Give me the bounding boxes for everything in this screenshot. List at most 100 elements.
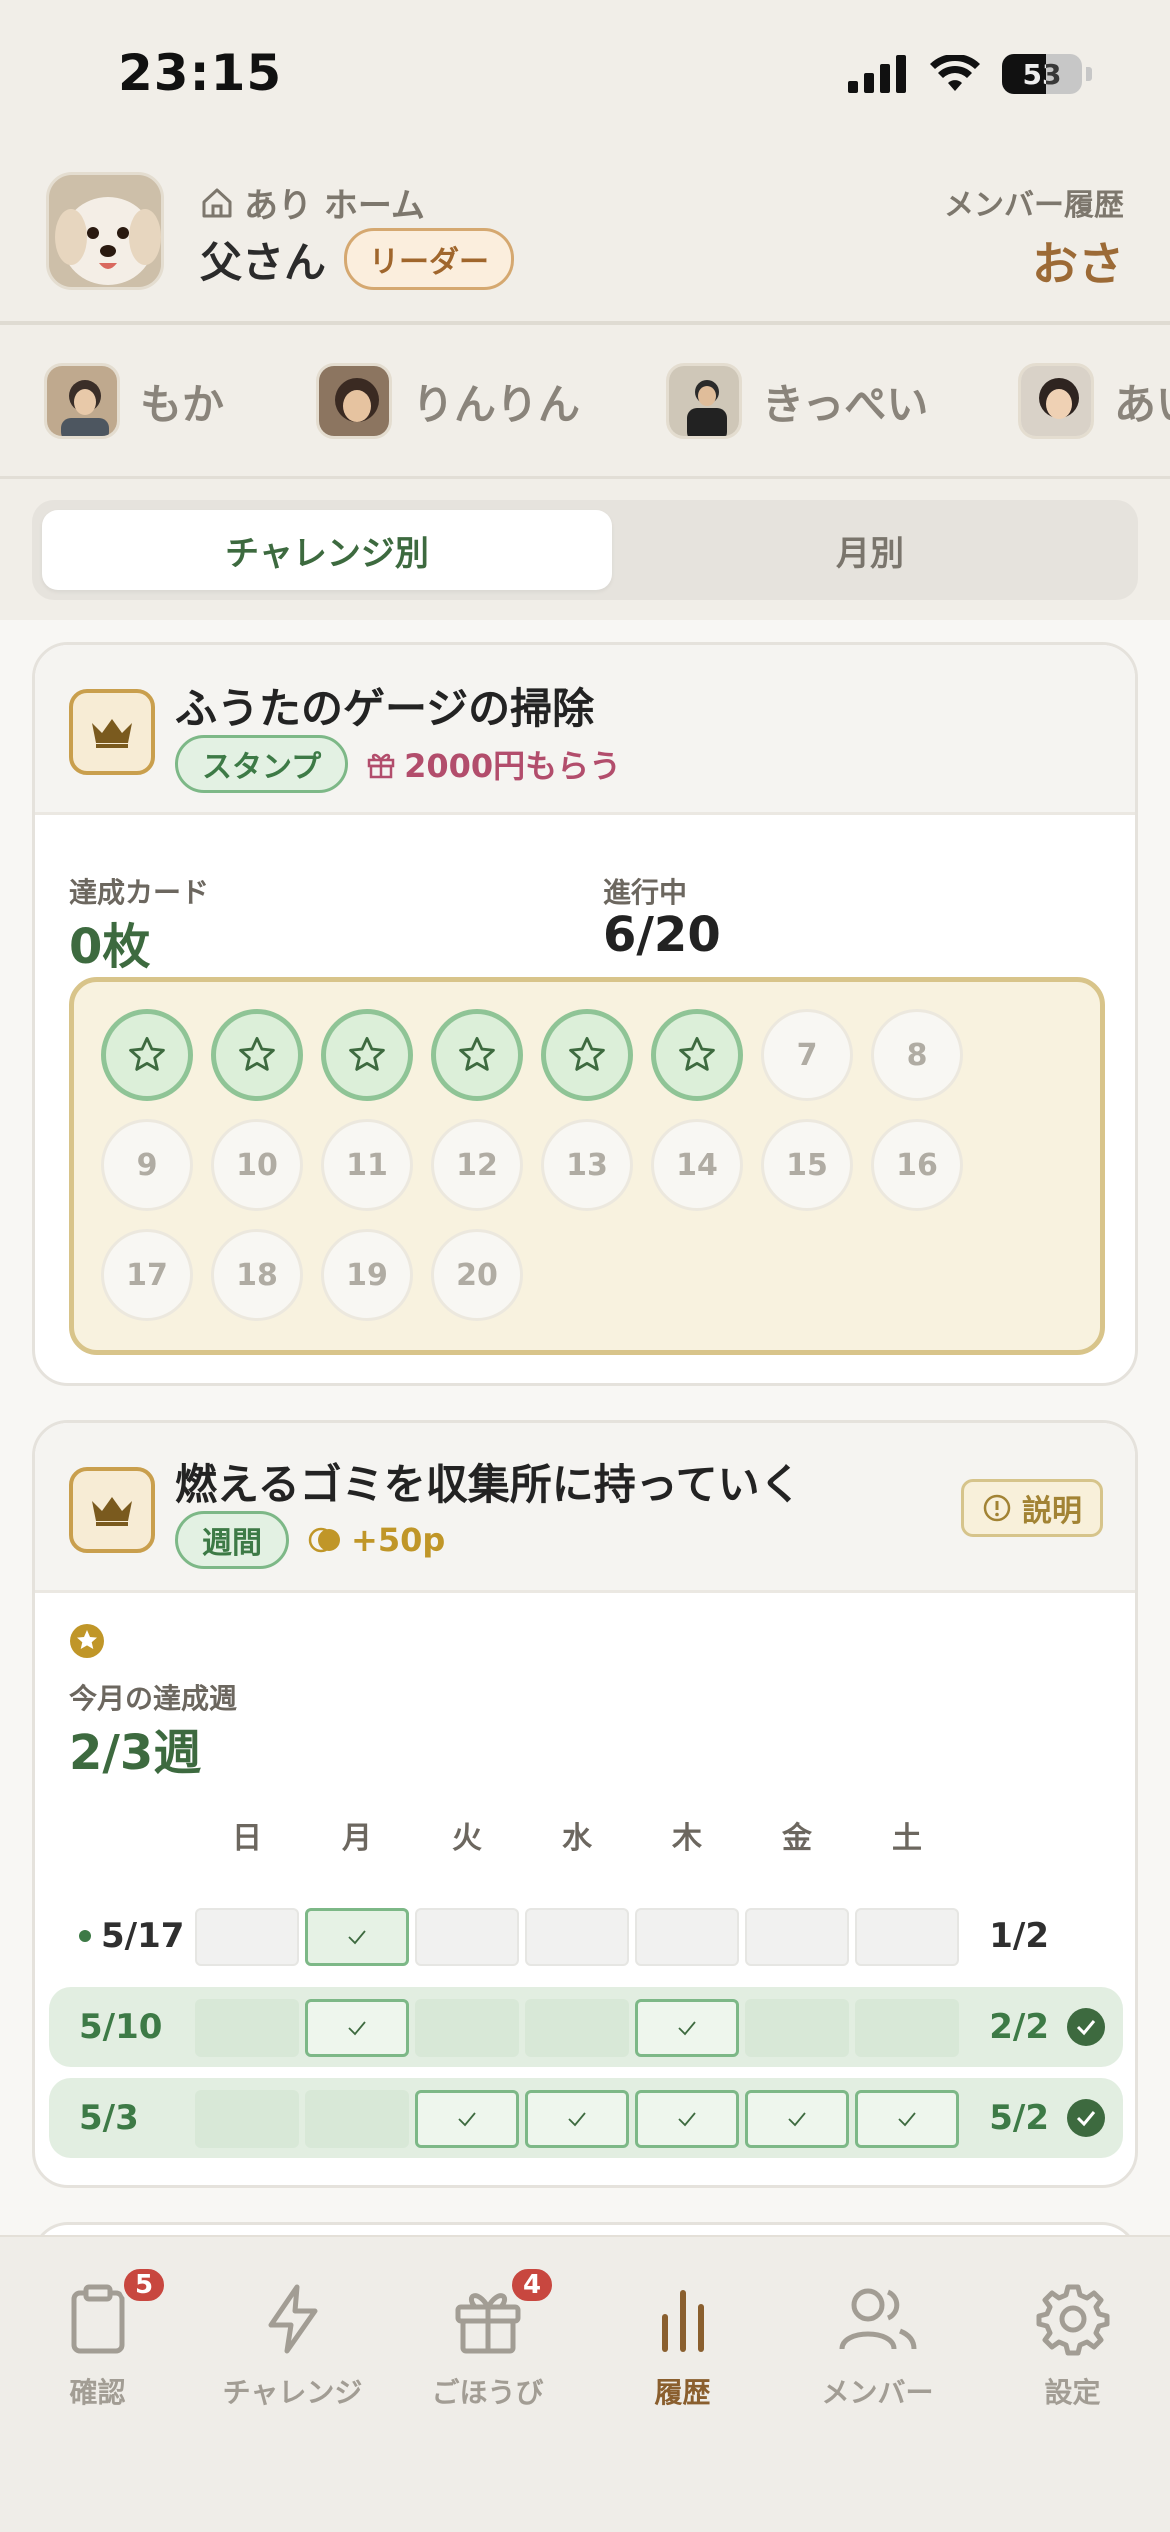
stamp-slot: 9 [101, 1119, 193, 1211]
battery-level: 53 [1022, 57, 1062, 91]
nav-rewards[interactable]: 4 ごほうび [390, 2265, 585, 2411]
week-count: 1/2 [989, 1916, 1049, 1956]
day-cell [635, 2090, 739, 2148]
nav-settings[interactable]: 設定 [975, 2279, 1170, 2411]
stamp-slot: 10 [211, 1119, 303, 1211]
stamp-slot: 7 [761, 1009, 853, 1101]
notification-badge: 5 [120, 2265, 168, 2305]
day-cell [195, 1908, 299, 1966]
tab-by-challenge[interactable]: チャレンジ別 [42, 510, 612, 590]
stamp-slot: 20 [431, 1229, 523, 1321]
weekday-label: 火 [452, 1821, 482, 1856]
nav-label: ごほうび [431, 2376, 544, 2409]
stamp-slot: 11 [321, 1119, 413, 1211]
nav-history[interactable]: 履歴 [585, 2279, 780, 2411]
notification-badge: 4 [508, 2265, 556, 2305]
nav-confirm[interactable]: 5 確認 [0, 2265, 195, 2411]
day-cell [855, 2090, 959, 2148]
reward-text: 2000円もらう [404, 747, 622, 785]
home-icon [202, 188, 232, 217]
member-item[interactable]: りんりん [316, 363, 580, 439]
stamp-star [101, 1009, 193, 1101]
star-badge-icon [70, 1624, 104, 1658]
member-item[interactable]: もか [44, 363, 224, 439]
check-circle-icon [1067, 2099, 1105, 2137]
lightning-icon [268, 2284, 317, 2354]
info-icon [983, 1494, 1011, 1522]
avatar[interactable] [46, 172, 164, 290]
nav-label: 確認 [69, 2376, 126, 2409]
role-badge: リーダー [344, 228, 515, 290]
gear-icon [1036, 2284, 1109, 2356]
view-tabs: チャレンジ別 月別 [32, 500, 1138, 600]
star-icon [679, 1036, 715, 1071]
member-history[interactable]: メンバー履歴 おさ [944, 180, 1124, 294]
challenge-title: ふうたのゲージの掃除 [175, 684, 595, 733]
day-cell [745, 1999, 849, 2057]
check-icon [348, 2021, 366, 2036]
week-count: 2/2 [989, 2007, 1049, 2047]
explain-button[interactable]: 説明 [961, 1479, 1103, 1537]
nav-label: チャレンジ [222, 2376, 363, 2409]
check-icon [348, 1930, 366, 1945]
bar-chart-icon [661, 2290, 704, 2352]
check-icon [678, 2112, 696, 2127]
challenge-type-badge: スタンプ [175, 735, 349, 793]
stamp-slot: 19 [321, 1229, 413, 1321]
home-name: あり ホーム [244, 186, 425, 226]
stamp-star [541, 1009, 633, 1101]
stamp-card: 7 8 9 10 11 12 13 14 15 16 17 18 19 20 [69, 977, 1105, 1355]
stamp-star [211, 1009, 303, 1101]
stat-label: 達成カード [69, 876, 210, 909]
day-cell [305, 1908, 409, 1966]
weekday-label: 土 [892, 1821, 922, 1856]
week-label: 5/17 [101, 1916, 185, 1956]
day-cell [195, 2090, 299, 2148]
star-icon [349, 1036, 385, 1071]
check-icon [898, 2112, 916, 2127]
stat-label: 進行中 [603, 876, 688, 909]
star-icon [459, 1036, 495, 1071]
stamp-slot: 8 [871, 1009, 963, 1101]
weekday-label: 水 [562, 1821, 592, 1856]
day-cell [195, 1999, 299, 2057]
status-time: 23:15 [118, 44, 283, 102]
explain-label: 説明 [1022, 1494, 1082, 1529]
challenge-card[interactable] [32, 2222, 1138, 2235]
week-label: 5/3 [79, 2098, 139, 2138]
challenge-card[interactable]: 燃えるゴミを収集所に持っていく 週間 +50p 説明 今月の達成週 2/3週 日… [32, 1420, 1138, 2188]
member-history-label: メンバー履歴 [944, 188, 1124, 223]
day-cell [305, 2090, 409, 2148]
stamp-star [431, 1009, 523, 1101]
weekday-label: 木 [672, 1821, 702, 1856]
tab-by-month[interactable]: 月別 [612, 510, 1128, 590]
current-week-dot [79, 1930, 91, 1942]
users-icon [839, 2288, 916, 2350]
week-count: 5/2 [989, 2098, 1049, 2138]
check-icon [568, 2112, 586, 2127]
nav-members[interactable]: メンバー [780, 2279, 975, 2411]
header: あり ホーム 父さん リーダー メンバー履歴 おさ [0, 150, 1170, 325]
member-item[interactable]: きっぺい [666, 363, 928, 439]
gift-icon [367, 753, 395, 779]
day-cell [525, 1908, 629, 1966]
day-cell [415, 2090, 519, 2148]
member-name: もか [140, 379, 225, 429]
signal-icon [848, 55, 906, 93]
day-cell [525, 2090, 629, 2148]
stamp-slot: 18 [211, 1229, 303, 1321]
weekday-label: 金 [782, 1821, 812, 1856]
member-name: りんりん [412, 379, 581, 429]
challenge-card[interactable]: ふうたのゲージの掃除 スタンプ 2000円もらう 達成カード 0枚 進行中 6/… [32, 642, 1138, 1386]
day-cell [635, 1908, 739, 1966]
stat-value: 0枚 [69, 919, 151, 975]
nav-label: メンバー [821, 2376, 934, 2409]
status-bar: 23:15 53 [0, 0, 1170, 150]
nav-challenge[interactable]: チャレンジ [195, 2279, 390, 2411]
battery-icon: 53 [1002, 54, 1082, 94]
wifi-icon [930, 55, 980, 91]
nav-label: 設定 [1044, 2376, 1101, 2409]
stat-label: 今月の達成週 [69, 1682, 238, 1715]
member-item[interactable]: あい [1018, 363, 1170, 439]
history-list: ふうたのゲージの掃除 スタンプ 2000円もらう 達成カード 0枚 進行中 6/… [0, 620, 1170, 2235]
